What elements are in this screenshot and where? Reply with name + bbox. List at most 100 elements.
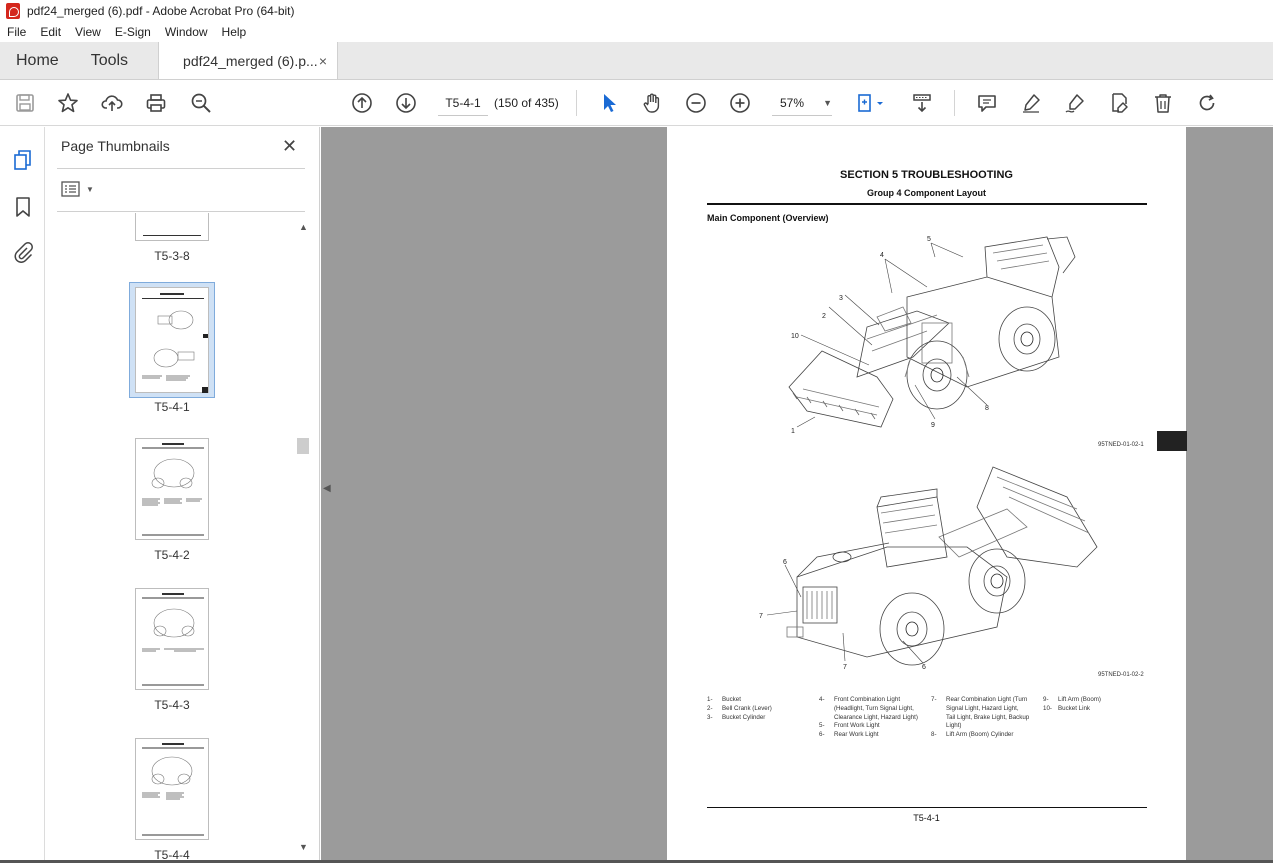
next-page-icon[interactable]: [393, 90, 419, 116]
edit-pdf-icon[interactable]: [1106, 90, 1132, 116]
bookmark-icon[interactable]: [10, 194, 36, 220]
legend-item: 7- Rear Combination Light (Turn: [931, 696, 1028, 703]
title-bar: pdf24_merged (6).pdf - Adobe Acrobat Pro…: [0, 0, 1273, 22]
menu-window[interactable]: Window: [158, 25, 215, 39]
previous-page-icon[interactable]: [349, 90, 375, 116]
thumbnail-page[interactable]: [135, 588, 209, 690]
svg-text:2: 2: [822, 313, 826, 320]
delete-trash-icon[interactable]: [1150, 90, 1176, 116]
window-title: pdf24_merged (6).pdf - Adobe Acrobat Pro…: [27, 4, 295, 18]
legend-item: 5- Front Work Light: [819, 722, 880, 730]
header-rule: [707, 203, 1147, 205]
svg-text:7: 7: [843, 664, 847, 671]
main-toolbar: T5-4-1 (150 of 435) 57% ▼: [0, 80, 1273, 126]
thumbnail-label: T5-4-4: [154, 848, 190, 859]
svg-text:1: 1: [791, 428, 795, 435]
menu-view[interactable]: View: [68, 25, 108, 39]
figure-1-code: 95TNED-01-02-1: [1098, 442, 1144, 448]
thumbnail-page-selected[interactable]: [135, 287, 209, 393]
page-thumbnails-icon[interactable]: [10, 147, 36, 173]
zoom-out-icon[interactable]: [683, 90, 709, 116]
close-tab-icon[interactable]: ×: [319, 53, 327, 69]
left-navigation-rail: [0, 127, 45, 863]
thumbnail-page[interactable]: [135, 213, 209, 241]
legend-item: 10- Bucket Link: [1043, 704, 1090, 712]
page-footer-number: T5-4-1: [913, 813, 940, 823]
print-icon[interactable]: [143, 90, 169, 116]
page-number-input[interactable]: T5-4-1: [438, 90, 488, 116]
tab-tools[interactable]: Tools: [75, 42, 144, 79]
legend-item: 1- Bucket: [707, 696, 741, 703]
cloud-upload-icon[interactable]: [99, 90, 125, 116]
legend-item: Light): [946, 722, 962, 730]
toolbar-divider: [576, 90, 577, 116]
attachment-paperclip-icon[interactable]: [10, 239, 36, 265]
panel-divider: [57, 168, 305, 169]
thumbnail-loader-drawing: [142, 743, 204, 836]
chevron-down-icon: ▼: [823, 97, 832, 108]
thumbnail-loader-drawing: [142, 310, 208, 393]
legend-item: Tail Light, Brake Light, Backup: [946, 713, 1030, 721]
select-cursor-icon[interactable]: [596, 90, 622, 116]
options-list-icon: [61, 181, 80, 197]
rotate-icon[interactable]: [1194, 90, 1220, 116]
legend-item: (Headlight, Turn Signal Light,: [834, 704, 914, 712]
legend-item: 2- Bell Crank (Lever): [707, 704, 772, 712]
draw-sign-icon[interactable]: [1062, 90, 1088, 116]
pdf-page: SECTION 5 TROUBLESHOOTING Group 4 Compon…: [667, 127, 1186, 860]
svg-text:10: 10: [791, 333, 799, 340]
page-thumbnails-panel: Page Thumbnails ✕ ▼ T5-3-8 T5-4-1 T5-4-2…: [45, 127, 320, 863]
thumbnail-scrollbar[interactable]: ▲ ▼: [296, 222, 311, 856]
legend-item: Signal Light, Hazard Light,: [946, 704, 1019, 712]
legend-item: 6- Rear Work Light: [819, 731, 879, 739]
scroll-down-icon[interactable]: ▼: [296, 842, 311, 856]
svg-text:6: 6: [922, 664, 926, 671]
thumbnail-page[interactable]: [135, 738, 209, 840]
zoom-search-icon[interactable]: [188, 90, 214, 116]
svg-text:7: 7: [759, 613, 763, 620]
thumbnail-label: T5-4-1: [154, 400, 190, 414]
legend-item: 3- Bucket Cylinder: [707, 713, 766, 721]
figure2-callouts: 6 7 7 6: [759, 559, 926, 671]
loader-front-illustration: 1 2 3 4 5 8 9 10: [788, 236, 1076, 435]
fit-page-icon[interactable]: [853, 90, 887, 116]
menu-help[interactable]: Help: [215, 25, 254, 39]
save-icon[interactable]: [12, 90, 38, 116]
menu-edit[interactable]: Edit: [33, 25, 68, 39]
document-tab-title: pdf24_merged (6).p...: [183, 52, 318, 69]
zoom-value: 57%: [780, 95, 805, 110]
thumbnail-loader-drawing: [142, 443, 204, 536]
scrollbar-thumb[interactable]: [297, 438, 309, 454]
tab-home[interactable]: Home: [0, 42, 75, 79]
zoom-in-icon[interactable]: [727, 90, 753, 116]
thumbnail-page[interactable]: [135, 438, 209, 540]
collapse-panel-icon[interactable]: ◀: [323, 483, 331, 494]
menu-esign[interactable]: E-Sign: [108, 25, 158, 39]
thumbnail-label: T5-3-8: [154, 249, 190, 263]
section-heading: Main Component (Overview): [707, 213, 829, 223]
thumbnail-options-menu[interactable]: ▼: [61, 181, 94, 197]
legend-item: Clearance Light, Hazard Light): [834, 713, 918, 721]
tab-bar: Home Tools pdf24_merged (6).p... ×: [0, 42, 1273, 80]
acrobat-pdf-icon: [6, 3, 20, 19]
close-panel-icon[interactable]: ✕: [282, 136, 297, 157]
document-viewport[interactable]: ◀ SECTION 5 TROUBLESHOOTING Group 4 Comp…: [321, 127, 1273, 860]
hand-tool-icon[interactable]: [639, 90, 665, 116]
menu-file[interactable]: File: [0, 25, 33, 39]
star-bookmark-icon[interactable]: [55, 90, 81, 116]
svg-text:9: 9: [931, 422, 935, 429]
panel-divider: [57, 211, 305, 212]
comment-icon[interactable]: [974, 90, 1000, 116]
scroll-mode-icon[interactable]: [909, 90, 935, 116]
highlight-pen-icon[interactable]: [1018, 90, 1044, 116]
zoom-level-select[interactable]: 57% ▼: [772, 90, 832, 116]
loader-rear-illustration: 6 7 7 6: [759, 466, 1098, 671]
toolbar-divider: [954, 90, 955, 116]
svg-text:3: 3: [839, 295, 843, 302]
menu-bar: File Edit View E-Sign Window Help: [0, 22, 1273, 42]
scroll-up-icon[interactable]: ▲: [296, 222, 311, 236]
svg-text:6: 6: [783, 559, 787, 566]
thumbnail-loader-drawing: [142, 593, 204, 686]
tab-document[interactable]: pdf24_merged (6).p... ×: [158, 42, 339, 79]
figure-2-code: 95TNED-01-02-2: [1098, 672, 1144, 678]
